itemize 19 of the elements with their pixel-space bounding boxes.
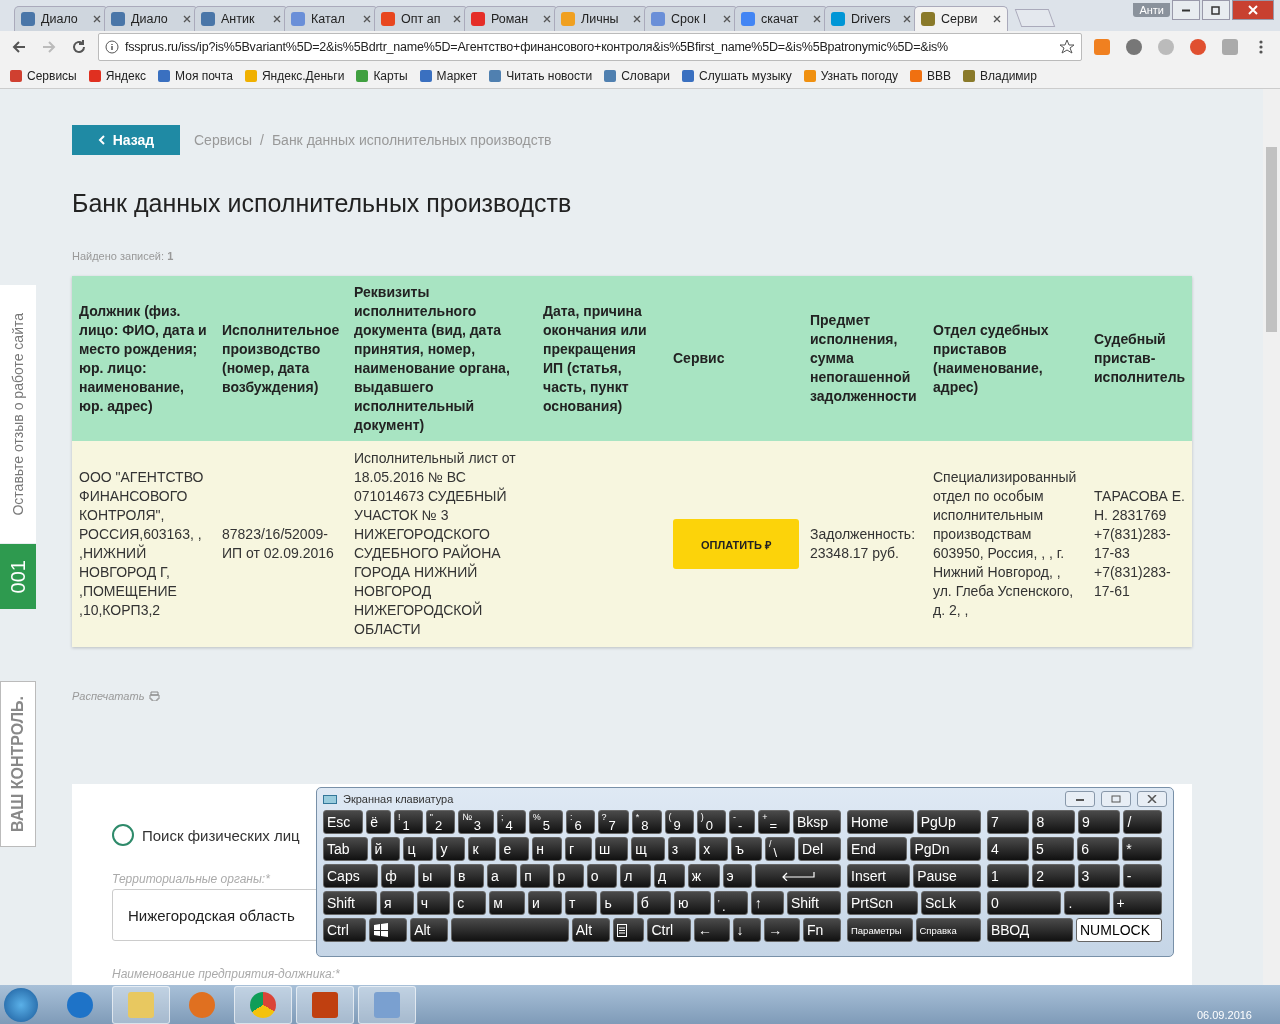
- field-label: Территориальные органы:*: [112, 872, 270, 886]
- column-header: Должник (физ. лицо: ФИО, дата и место рождения; юр. лицо: наименование, юр. адрес): [72, 276, 215, 441]
- column-header: Дата, причина окончания или прекращения ИП (статья, часть, пункт основания): [536, 276, 666, 441]
- taskbar-date: 06.09.2016: [1196, 1009, 1252, 1021]
- column-header: Судебный пристав-исполнитель: [1087, 276, 1192, 441]
- window-title: Экранная клавиатура: [343, 793, 454, 805]
- field-label: Наименование предприятия-должника:*: [112, 967, 340, 981]
- column-header: Исполнительное производство (номер, дата возбуждения): [215, 276, 347, 441]
- column-header: Реквизиты исполнительного документа (вид, дата принятия, номер, наименование органа, выдавшего исполнительный документ): [347, 276, 536, 441]
- records-found-text: Найдено записей: 1: [72, 250, 175, 262]
- breadcrumb-current: Банк данных исполнительных производств: [271, 132, 552, 148]
- url-text: fssprus.ru/iss/ip?is%5Bvariant%5D=2&is%5Bdrtr_name%5D=Агентство+финансового+контроля&is%5Bfirst_name%5D=&is%5Bpatronymic%5D=&is%: [125, 40, 949, 54]
- column-header: Отдел судебных приставов (наименование, адрес): [926, 276, 1087, 441]
- table-cell: ТАРАСОВА Е. Н. 2831769 +7(831)283-17-83 +7(831)283-17-61: [1087, 441, 1192, 647]
- column-header: Предмет исполнения, сумма непогашенной задолженности: [803, 276, 926, 441]
- page-title: Банк данных исполнительных производств: [72, 188, 573, 218]
- column-header: Сервис: [666, 276, 803, 441]
- table-cell: ООО "АГЕНТСТВО ФИНАНСОВОГО КОНТРОЛЯ", РОССИЯ,603163, , ,НИЖНИЙ НОВГОРОД Г, ,ПОМЕЩЕНИЕ ,10,КОРП3,2: [72, 441, 215, 647]
- breadcrumb-separator: /: [260, 132, 264, 148]
